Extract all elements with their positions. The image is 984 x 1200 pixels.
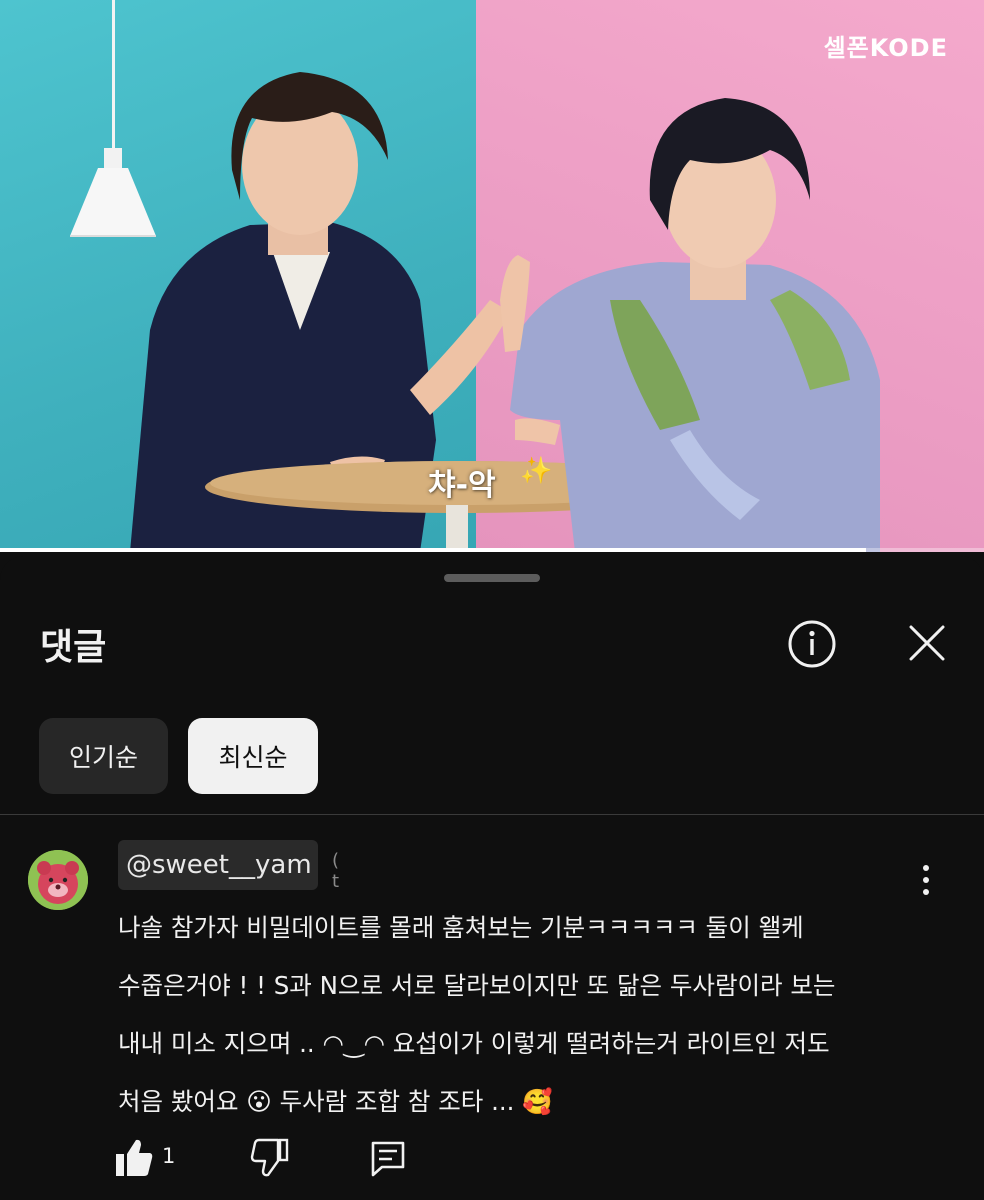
comment-author-row: @sweet__yam ( t <box>118 840 339 892</box>
comment-line: 처음 봤어요 😮 두사람 조합 참 조타 ... 🥰 <box>118 1087 553 1116</box>
subtitle-caption: 챠-악 <box>428 468 496 503</box>
comment-line: 나솔 참가자 비밀데이트를 몰래 훔쳐보는 기분ㅋㅋㅋㅋㅋ 둘이 왤케 <box>118 913 804 942</box>
drag-handle[interactable] <box>444 574 540 582</box>
info-icon[interactable] <box>786 618 838 670</box>
comment-line: 내내 미소 지으며 .. ◠‿◠ 요섭이가 이렇게 떨려하는거 라이트인 저도 <box>118 1029 830 1058</box>
video-progress-bar[interactable] <box>0 548 984 552</box>
sort-chip-popular[interactable]: 인기순 <box>39 718 168 794</box>
sparkles-icon: ✨ <box>520 456 553 486</box>
comments-title: 댓글 <box>40 627 107 668</box>
thumbs-up-icon[interactable] <box>114 1136 154 1180</box>
comments-sheet: 댓글 인기순 최신순 @sweet__yam ( t 나솔 참가자 비밀데이트를… <box>0 556 984 1200</box>
comment-author[interactable]: @sweet__yam <box>118 840 318 890</box>
thumbs-down-icon[interactable] <box>250 1136 290 1180</box>
reply-icon[interactable] <box>368 1138 408 1178</box>
more-vert-icon[interactable] <box>912 860 940 900</box>
video-player[interactable]: 셀폰KODE 챠-악 ✨ <box>0 0 984 552</box>
comment-body: 나솔 참가자 비밀데이트를 몰래 훔쳐보는 기분ㅋㅋㅋㅋㅋ 둘이 왤케 수줍은거… <box>118 899 948 1131</box>
video-progress-fill <box>0 548 866 552</box>
avatar-icon[interactable] <box>28 850 88 910</box>
comment-line: 수줍은거야 ! ! S과 N으로 서로 달라보이지만 또 닮은 두사람이라 보는 <box>118 971 836 1000</box>
like-count: 1 <box>162 1144 176 1168</box>
close-icon[interactable] <box>902 618 952 668</box>
sort-chip-newest[interactable]: 최신순 <box>188 718 318 794</box>
comment-author-suffix: ( t <box>332 850 340 892</box>
section-divider <box>0 814 984 815</box>
